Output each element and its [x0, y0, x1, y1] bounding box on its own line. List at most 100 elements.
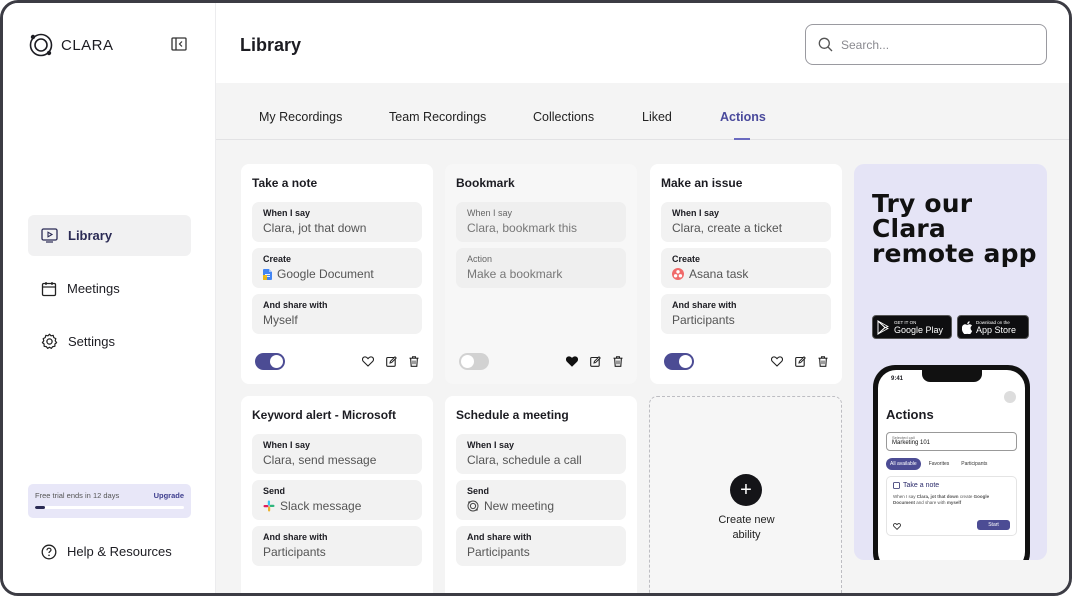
tab-liked[interactable]: Liked: [642, 110, 672, 124]
create-field[interactable]: Create Google Document: [252, 248, 422, 288]
trigger-field[interactable]: When I say Clara, create a ticket: [661, 202, 831, 242]
slack-icon: [263, 500, 275, 512]
field-label: When I say: [467, 440, 515, 450]
trial-banner: Free trial ends in 12 days Upgrade: [28, 484, 191, 518]
card-title: Keyword alert - Microsoft: [252, 408, 397, 422]
send-field[interactable]: Send New meeting: [456, 480, 626, 520]
heart-icon[interactable]: [362, 355, 374, 367]
card-title: Schedule a meeting: [456, 408, 569, 422]
field-value: Clara, bookmark this: [467, 221, 615, 235]
sidebar: CLARA Library Meetings Settings Free tri…: [3, 3, 216, 593]
action-card-bookmark[interactable]: Bookmark When I say Clara, bookmark this…: [445, 164, 637, 384]
phone-tabs: All available Favorites Participants: [886, 458, 1017, 470]
field-label: Create: [263, 254, 292, 264]
field-value: Slack message: [263, 499, 411, 513]
phone-tab-participants: Participants: [961, 461, 988, 467]
edit-icon[interactable]: [590, 355, 601, 367]
field-label: When I say: [467, 208, 513, 218]
trash-icon[interactable]: [818, 355, 828, 367]
share-field[interactable]: And share with Participants: [252, 526, 422, 566]
trigger-field[interactable]: When I say Clara, bookmark this: [456, 202, 626, 242]
enable-toggle[interactable]: [664, 352, 694, 370]
header: Library: [216, 3, 1069, 83]
create-new-ability-card[interactable]: + Create new ability: [649, 396, 843, 593]
asana-icon: [672, 268, 684, 280]
upgrade-link[interactable]: Upgrade: [154, 491, 184, 500]
play-screen-icon: [41, 228, 58, 243]
phone-notch: [922, 370, 982, 382]
action-card-schedule-a-meeting[interactable]: Schedule a meeting When I say Clara, sch…: [445, 396, 637, 593]
google-play-badge[interactable]: GET IT ON Google Play: [872, 315, 952, 339]
card-title: Make an issue: [661, 176, 743, 190]
action-card-take-a-note[interactable]: Take a note When I say Clara, jot that d…: [241, 164, 433, 384]
create-field[interactable]: Create Asana task: [661, 248, 831, 288]
phone-desc-part: Clara, jot that down: [916, 494, 959, 499]
field-value-text: Asana task: [689, 267, 749, 281]
help-resources-link[interactable]: Help & Resources: [28, 531, 191, 572]
heart-icon[interactable]: [771, 355, 783, 367]
field-value: Myself: [263, 313, 411, 327]
phone-time: 9:41: [891, 376, 904, 382]
trigger-field[interactable]: When I say Clara, jot that down: [252, 202, 422, 242]
trigger-field[interactable]: When I say Clara, send message: [252, 434, 422, 474]
action-card-make-an-issue[interactable]: Make an issue When I say Clara, create a…: [650, 164, 842, 384]
share-field[interactable]: And share with Participants: [661, 294, 831, 334]
help-label: Help & Resources: [67, 544, 172, 559]
action-field[interactable]: Action Make a bookmark: [456, 248, 626, 288]
plus-icon[interactable]: +: [730, 474, 762, 506]
share-field[interactable]: And share with Myself: [252, 294, 422, 334]
field-label: And share with: [467, 532, 532, 542]
sidebar-item-settings[interactable]: Settings: [28, 321, 191, 362]
phone-card-title: Take a note: [893, 482, 1010, 489]
app-store-badge[interactable]: Download on the App Store: [957, 315, 1029, 339]
field-label: When I say: [263, 208, 311, 218]
avatar: [1004, 391, 1016, 403]
remote-app-promo: Try our Clara remote app GET IT ON Googl…: [854, 164, 1047, 560]
app-name: CLARA: [61, 36, 114, 54]
search-input[interactable]: [841, 37, 1021, 52]
field-value-text: Make a bookmark: [467, 267, 563, 281]
active-tab-indicator: [734, 138, 750, 140]
field-value-text: Google Document: [277, 267, 374, 281]
trash-icon[interactable]: [613, 355, 623, 367]
sidebar-collapse-icon: [171, 37, 187, 51]
clara-logo-icon: [467, 500, 479, 512]
trial-text: Free trial ends in 12 days: [35, 491, 120, 500]
sidebar-item-meetings[interactable]: Meetings: [28, 268, 191, 309]
field-label: Action: [467, 254, 493, 264]
edit-icon[interactable]: [386, 355, 397, 367]
tab-actions[interactable]: Actions: [720, 110, 766, 124]
card-footer: [664, 352, 828, 370]
field-label: Send: [263, 486, 286, 496]
heart-icon: [893, 523, 901, 530]
phone-card-title-text: Take a note: [903, 482, 940, 489]
trash-icon[interactable]: [409, 355, 419, 367]
tab-my-recordings[interactable]: My Recordings: [259, 110, 342, 124]
phone-desc-part: and share with: [916, 500, 946, 505]
note-icon: [893, 482, 900, 489]
enable-toggle[interactable]: [459, 352, 489, 370]
clara-logo-icon: [29, 33, 53, 57]
clara-logo[interactable]: CLARA: [28, 32, 114, 58]
field-label: And share with: [263, 532, 328, 542]
search-box[interactable]: [805, 24, 1047, 65]
create-new-label: Create new ability: [650, 513, 843, 543]
enable-toggle[interactable]: [255, 352, 285, 370]
tab-collections[interactable]: Collections: [533, 110, 594, 124]
phone-action-card: Take a note When I say Clara, jot that d…: [886, 476, 1017, 536]
heart-filled-icon[interactable]: [566, 355, 578, 367]
field-value-text: Clara, schedule a call: [467, 453, 582, 467]
edit-icon[interactable]: [795, 355, 806, 367]
field-value: Clara, create a ticket: [672, 221, 820, 235]
sidebar-item-library[interactable]: Library: [28, 215, 191, 256]
share-field[interactable]: And share with Participants: [456, 526, 626, 566]
field-label: And share with: [263, 300, 328, 310]
trigger-field[interactable]: When I say Clara, schedule a call: [456, 434, 626, 474]
calendar-icon: [41, 281, 57, 296]
send-field[interactable]: Send Slack message: [252, 480, 422, 520]
collapse-sidebar-button[interactable]: [171, 37, 187, 51]
main-content: My Recordings Team Recordings Collection…: [216, 83, 1069, 593]
tab-team-recordings[interactable]: Team Recordings: [389, 110, 486, 124]
phone-card-desc: When I say Clara, jot that down create G…: [893, 494, 1010, 506]
action-card-keyword-alert[interactable]: Keyword alert - Microsoft When I say Cla…: [241, 396, 433, 593]
